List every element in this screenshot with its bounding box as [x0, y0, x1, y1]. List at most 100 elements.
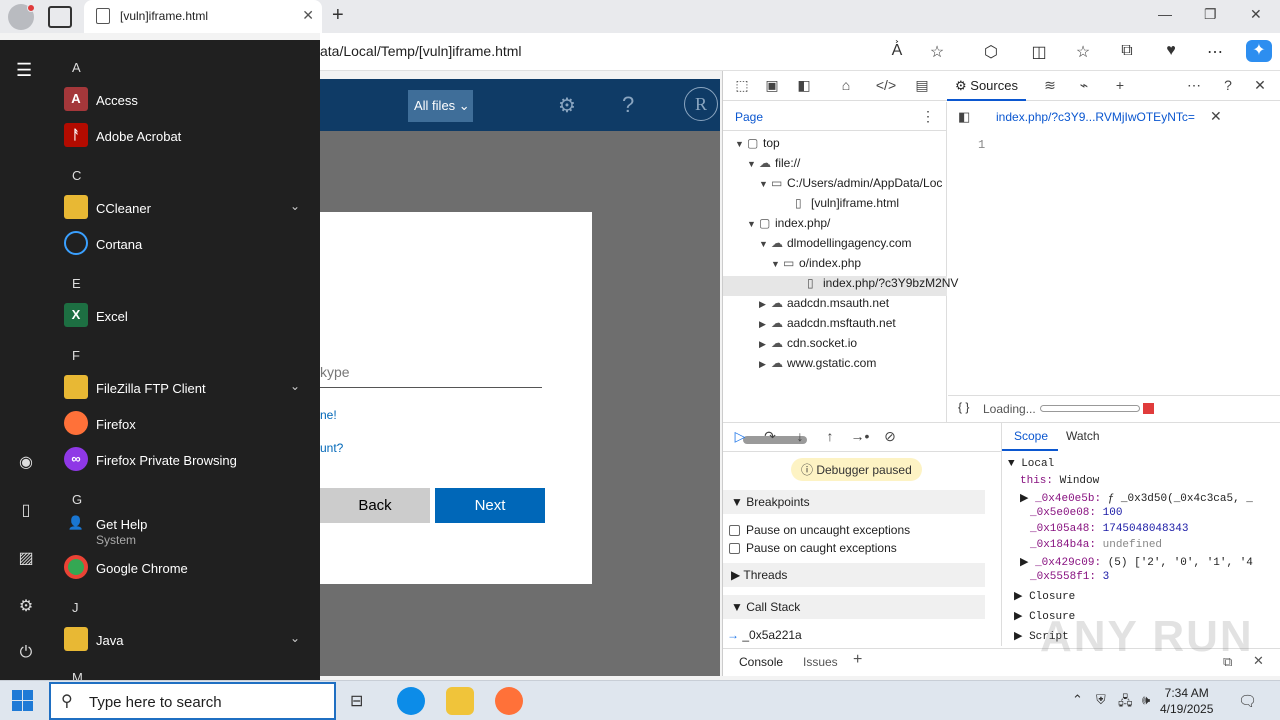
close-devtools-icon[interactable]: ✕ — [1249, 77, 1271, 94]
tab-scope[interactable]: Scope — [1014, 429, 1048, 443]
chevron-down-icon[interactable]: ▼ — [747, 159, 759, 169]
scope-var-6[interactable]: _0x5558f1: 3 — [1030, 571, 1109, 583]
add-tab-icon[interactable]: + — [853, 651, 862, 669]
email-field[interactable]: kype — [320, 360, 542, 388]
copilot-icon[interactable]: ✦ — [1246, 40, 1272, 62]
favorite-star-icon[interactable]: ☆ — [926, 42, 948, 62]
performance-icon[interactable]: ⌁ — [1073, 77, 1095, 94]
dock-icon[interactable]: ◧ — [793, 77, 815, 94]
chevron-down-icon[interactable]: ▼ — [759, 239, 771, 249]
tree-item[interactable]: ▼ ▢ top — [735, 136, 780, 156]
resume-icon[interactable]: ▷ — [729, 428, 751, 445]
app-firefox-private[interactable]: ∞ Firefox Private Browsing — [64, 443, 310, 479]
app-adobe-acrobat[interactable]: ᚨ Adobe Acrobat — [64, 119, 310, 155]
collections-icon[interactable]: ⧉ — [1116, 42, 1138, 60]
group-header-j[interactable]: J — [72, 600, 79, 615]
app-google-chrome[interactable]: Google Chrome — [64, 551, 310, 587]
tab-console[interactable]: Console — [739, 655, 783, 669]
user-icon[interactable]: ◉ — [14, 452, 38, 476]
scope-this[interactable]: this: Window — [1020, 475, 1099, 487]
volume-icon[interactable]: 🕪 — [1142, 692, 1150, 708]
settings-icon[interactable]: ⚙ — [14, 596, 38, 620]
profile-button[interactable] — [8, 4, 35, 30]
app-access[interactable]: A Access — [64, 83, 310, 119]
chevron-down-icon[interactable]: ⌄ — [290, 631, 300, 645]
group-header-c[interactable]: C — [72, 168, 81, 183]
pause-uncaught-checkbox[interactable]: Pause on uncaught exceptions — [729, 523, 910, 537]
chevron-down-icon[interactable]: ▼ — [747, 219, 759, 229]
scope-var-1[interactable]: ▶ _0x4e0e5b: ƒ _0x3d50(_0x4c3ca5, _ — [1020, 491, 1253, 505]
read-aloud-icon[interactable]: A͐ — [886, 42, 908, 60]
all-files-dropdown[interactable]: All files ⌄ — [408, 90, 473, 122]
avatar[interactable]: R — [684, 87, 718, 121]
forgot-link[interactable]: ne! — [320, 408, 337, 422]
call-stack-frame[interactable]: → _0x5a221a — [727, 628, 802, 642]
browser-tab[interactable]: [vuln]iframe.html ✕ — [84, 0, 322, 33]
device-toolbar-icon[interactable]: ▣ — [761, 77, 783, 94]
menu-icon[interactable]: ☰ — [16, 60, 32, 81]
chevron-right-icon[interactable]: ▶ — [759, 339, 771, 350]
file-explorer-icon[interactable] — [446, 687, 474, 715]
editor-file-tab[interactable]: index.php/?c3Y9...RVMjIwOTEyNTc= — [996, 110, 1195, 124]
scope-var-4[interactable]: _0x184b4a: undefined — [1030, 539, 1162, 551]
create-account-link[interactable]: unt? — [320, 441, 343, 455]
tree-item[interactable]: ▯ index.php/?c3Y9bzM2NV — [723, 276, 958, 296]
chevron-down-icon[interactable]: ▼ — [735, 139, 747, 149]
tree-item[interactable]: ▶ ☁ aadcdn.msftauth.net — [759, 316, 896, 336]
group-header-a[interactable]: A — [72, 60, 81, 75]
app-java[interactable]: Java ⌄ — [64, 623, 310, 659]
close-tab-icon[interactable]: ✕ — [302, 7, 314, 24]
chevron-right-icon[interactable]: ▶ — [759, 359, 771, 370]
breakpoints-section[interactable]: ▼ Breakpoints — [723, 490, 985, 514]
scope-local[interactable]: ▼ Local — [1008, 458, 1054, 470]
pause-caught-checkbox[interactable]: Pause on caught exceptions — [729, 541, 897, 555]
step-over-icon[interactable]: ↷ — [759, 428, 781, 445]
pretty-print-icon[interactable]: { } — [958, 400, 969, 414]
tree-item[interactable]: ▼ ▢ index.php/ — [747, 216, 830, 236]
security-icon[interactable]: ⛨ — [1096, 692, 1106, 708]
step-into-icon[interactable]: ↓ — [789, 428, 811, 444]
gear-icon[interactable]: ⚙ — [558, 93, 576, 118]
more-options-icon[interactable]: ⋯ — [1204, 42, 1226, 62]
welcome-home-icon[interactable]: ⌂ — [835, 77, 857, 93]
close-drawer-icon[interactable]: ✕ — [1253, 653, 1264, 669]
elements-icon[interactable]: </> — [875, 77, 897, 93]
chevron-down-icon[interactable]: ▼ — [771, 259, 783, 269]
app-cortana[interactable]: Cortana — [64, 227, 310, 263]
split-screen-icon[interactable]: ◫ — [1028, 42, 1050, 62]
back-button[interactable]: Back — [320, 488, 430, 523]
show-hidden-icons-icon[interactable]: ⌃ — [1072, 692, 1083, 708]
scope-var-5[interactable]: ▶ _0x429c09: (5) ['2', '0', '1', '4 — [1020, 555, 1253, 569]
task-view-icon[interactable]: ⊟ — [350, 691, 363, 711]
clock[interactable]: 7:34 AM 4/19/2025 — [1160, 685, 1213, 717]
tree-item[interactable]: ▼ ▭ C:/Users/admin/AppData/Loc — [759, 176, 942, 196]
help-icon[interactable]: ? — [622, 92, 634, 118]
tree-item[interactable]: ▶ ☁ www.gstatic.com — [759, 356, 876, 376]
more-tools-icon[interactable]: + — [1109, 77, 1131, 93]
group-header-f[interactable]: F — [72, 348, 80, 363]
documents-icon[interactable]: ▯ — [14, 500, 38, 524]
tree-item[interactable]: ▶ ☁ cdn.socket.io — [759, 336, 857, 356]
scope-var-3[interactable]: _0x105a48: 1745048048343 — [1030, 523, 1188, 535]
chevron-right-icon[interactable]: ▶ — [759, 299, 771, 310]
app-filezilla[interactable]: FileZilla FTP Client ⌄ — [64, 371, 310, 407]
tab-issues[interactable]: Issues — [803, 655, 838, 669]
stop-icon[interactable] — [1143, 403, 1154, 414]
tab-page[interactable]: Page — [735, 110, 763, 124]
app-firefox[interactable]: Firefox — [64, 407, 310, 443]
chevron-down-icon[interactable]: ⌄ — [290, 199, 300, 213]
inspect-icon[interactable]: ⬚ — [731, 77, 753, 94]
call-stack-section[interactable]: ▼ Call Stack — [723, 595, 985, 619]
scope-closure-1[interactable]: ▶ Closure — [1014, 589, 1075, 603]
tab-watch[interactable]: Watch — [1066, 429, 1100, 443]
app-get-help[interactable]: 👤 Get Help System — [64, 507, 310, 547]
notifications-icon[interactable]: 🗨 — [1238, 692, 1257, 710]
app-excel[interactable]: X Excel — [64, 299, 310, 335]
tree-item[interactable]: ▼ ☁ file:// — [747, 156, 800, 176]
start-button[interactable] — [12, 690, 34, 712]
step-icon[interactable]: →• — [849, 428, 871, 444]
threads-section[interactable]: ▶ Threads — [723, 563, 985, 587]
tree-item[interactable]: ▶ ☁ aadcdn.msauth.net — [759, 296, 889, 316]
favorites-icon[interactable]: ☆ — [1072, 42, 1094, 62]
network-icon[interactable]: 🖧 — [1118, 692, 1133, 714]
